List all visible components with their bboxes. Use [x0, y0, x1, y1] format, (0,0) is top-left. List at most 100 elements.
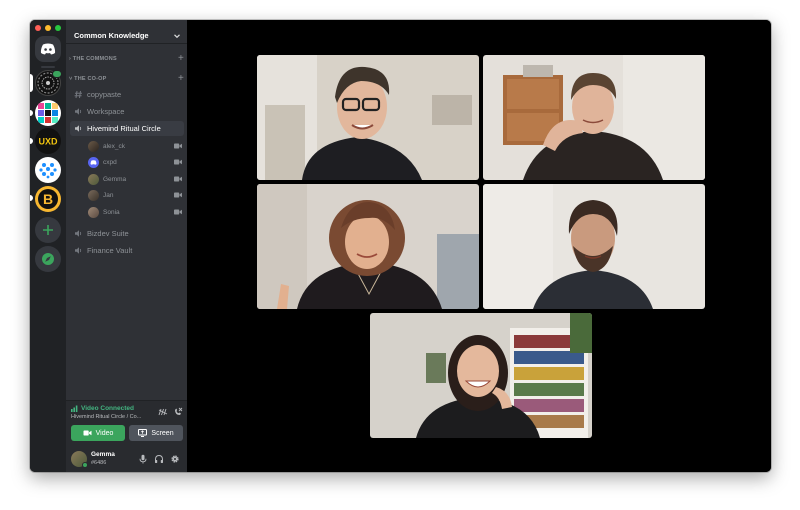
voice-member-cxpd[interactable]: cxpd: [88, 155, 184, 169]
headphones-icon[interactable]: [154, 454, 164, 464]
server-b[interactable]: B: [35, 186, 61, 212]
svg-text:B: B: [43, 191, 53, 207]
gear-icon[interactable]: [170, 454, 180, 464]
plus-icon: [43, 225, 53, 235]
voice-member-alex-ck[interactable]: alex_ck: [88, 139, 184, 153]
close-window-button[interactable]: [35, 25, 41, 31]
b-logo-icon: B: [38, 189, 58, 209]
rail-separator: [41, 66, 55, 68]
category-the-commons[interactable]: › THE COMMONS +: [69, 54, 184, 64]
unread-pill: [30, 138, 33, 144]
video-tile[interactable]: [483, 184, 705, 309]
avatar: [88, 173, 99, 185]
microphone-icon[interactable]: [138, 454, 148, 464]
member-name: alex_ck: [103, 142, 126, 150]
server-dao[interactable]: [35, 100, 61, 126]
minimize-window-button[interactable]: [45, 25, 51, 31]
voice-connection-panel: Video Connected Hivemind Ritual Circle /…: [66, 400, 187, 446]
discord-logo-icon: [40, 43, 56, 55]
avatar: [88, 189, 99, 201]
unread-pill: [30, 110, 33, 116]
avatar: [88, 206, 99, 218]
screen-share-icon: [138, 429, 148, 437]
member-name: Gemma: [103, 175, 127, 183]
video-button[interactable]: Video: [71, 425, 125, 441]
channel-finance-vault[interactable]: Finance Vault: [70, 243, 184, 258]
member-name: cxpd: [103, 158, 117, 166]
video-grid: [187, 20, 771, 472]
category-the-co-op[interactable]: ˅ THE CO-OP +: [69, 74, 184, 84]
screen-button-label: Screen: [151, 429, 174, 437]
camera-icon: [174, 209, 182, 215]
participant-video: [483, 55, 705, 180]
zoom-window-button[interactable]: [55, 25, 61, 31]
disconnect-icon[interactable]: [173, 407, 183, 417]
channel-bizdev-suite[interactable]: Bizdev Suite: [70, 226, 184, 241]
avatar: [88, 156, 99, 168]
screen-share-button[interactable]: Screen: [129, 425, 183, 441]
user-tag: #6486: [91, 460, 107, 466]
guild-header[interactable]: Common Knowledge: [66, 20, 187, 44]
channel-hivemind-ritual-circle[interactable]: Hivemind Ritual Circle: [70, 121, 184, 136]
home-button[interactable]: [35, 36, 61, 62]
channel-label: Hivemind Ritual Circle: [87, 124, 161, 133]
voice-member-gemma[interactable]: Gemma: [88, 172, 184, 186]
camera-icon: [174, 143, 182, 149]
member-name: Sonia: [103, 208, 120, 216]
guild-name: Common Knowledge: [74, 31, 149, 40]
camera-icon: [174, 159, 182, 165]
create-channel-button[interactable]: +: [178, 74, 184, 84]
voice-status-label: Video Connected: [81, 405, 134, 412]
noise-suppression-icon[interactable]: [158, 407, 168, 417]
category-label: › THE COMMONS: [69, 56, 117, 62]
member-name: Jan: [103, 191, 114, 199]
video-tile[interactable]: [370, 313, 592, 438]
channel-workspace[interactable]: Workspace: [70, 104, 184, 119]
explore-servers-button[interactable]: [35, 246, 61, 272]
video-button-label: Video: [95, 429, 114, 437]
voice-status[interactable]: Video Connected: [71, 405, 134, 412]
unread-pill: [30, 195, 33, 201]
chevron-down-icon: [174, 33, 180, 38]
compass-icon: [42, 253, 54, 265]
username[interactable]: Gemma: [91, 451, 115, 458]
activity-badge: [52, 70, 62, 78]
server-rail: UXD B: [30, 20, 66, 472]
channel-label: Bizdev Suite: [87, 229, 129, 238]
video-tile[interactable]: [483, 55, 705, 180]
discord-window: UXD B Common Knowledge › THE COMMONS + ˅…: [30, 20, 771, 472]
camera-icon: [83, 430, 92, 436]
category-label: ˅ THE CO-OP: [69, 76, 107, 82]
participant-video: [483, 184, 705, 309]
online-status-indicator: [82, 462, 88, 468]
svg-text:UXD: UXD: [38, 137, 58, 147]
add-server-button[interactable]: [35, 217, 61, 243]
server-uxd[interactable]: UXD: [35, 128, 61, 154]
user-panel: Gemma #6486: [66, 446, 187, 472]
speaker-icon: [74, 229, 83, 238]
dao-mosaic-icon: [38, 103, 58, 123]
server-dots[interactable]: [35, 157, 61, 183]
video-tile[interactable]: [257, 55, 479, 180]
channel-label: copypaste: [87, 90, 122, 99]
voice-location[interactable]: Hivemind Ritual Circle / Co...: [71, 414, 149, 420]
dots-pattern-icon: [39, 163, 57, 179]
create-channel-button[interactable]: +: [178, 54, 184, 64]
speaker-icon: [74, 124, 83, 133]
channel-label: Workspace: [87, 107, 125, 116]
window-controls: [35, 25, 61, 31]
selected-server-pill: [30, 74, 33, 92]
camera-icon: [174, 176, 182, 182]
video-tile[interactable]: [257, 184, 479, 309]
participant-video: [370, 313, 592, 438]
voice-member-jan[interactable]: Jan: [88, 188, 184, 202]
participant-video: [257, 184, 479, 309]
avatar: [88, 140, 99, 152]
voice-member-sonia[interactable]: Sonia: [88, 205, 184, 219]
speaker-icon: [74, 107, 83, 116]
camera-icon: [174, 192, 182, 198]
channel-label: Finance Vault: [87, 246, 133, 255]
speaker-icon: [74, 246, 83, 255]
channel-copypaste[interactable]: copypaste: [70, 87, 184, 102]
hash-icon: [74, 90, 83, 99]
